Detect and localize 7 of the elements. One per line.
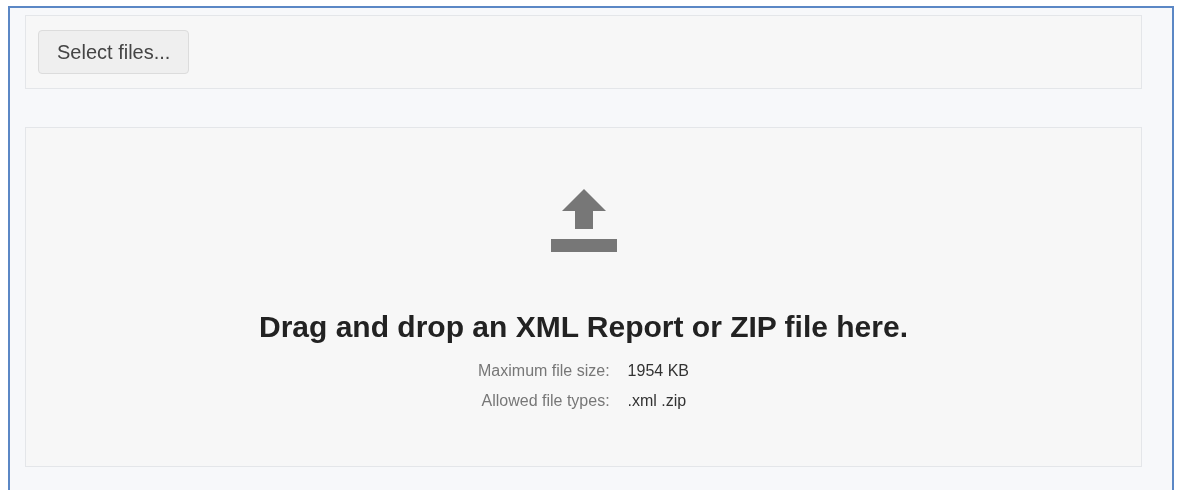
- info-value: .xml .zip: [627, 391, 688, 411]
- info-label: Allowed file types:: [480, 391, 610, 411]
- info-label: Maximum file size:: [478, 361, 610, 381]
- upload-icon: [550, 189, 617, 252]
- dropzone-heading: Drag and drop an XML Report or ZIP file here.: [259, 309, 908, 345]
- select-files-button[interactable]: Select files...: [38, 30, 190, 74]
- info-value: 1954 KB: [627, 361, 689, 381]
